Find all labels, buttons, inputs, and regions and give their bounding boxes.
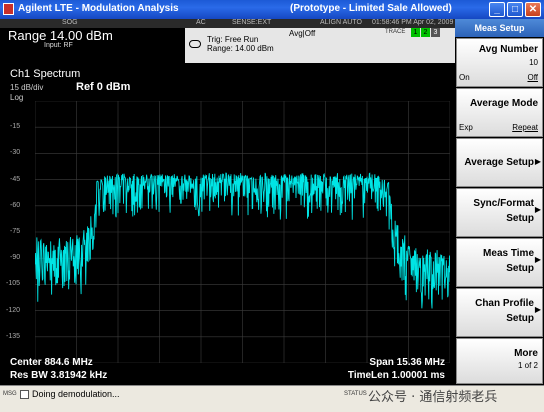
average-mode-label: Average Mode xyxy=(470,98,538,109)
status-message: Doing demodulation... xyxy=(32,389,120,399)
trigger-panel: Trig: Free Run Range: 14.00 dBm Avg|Off … xyxy=(185,28,455,63)
chan-profile-label: Chan Profile xyxy=(475,298,534,309)
status-sog: SOG xyxy=(62,19,78,26)
status-datetime: 01:58:46 PM Apr 02, 2009 xyxy=(372,19,454,26)
average-setup-label: Average Setup xyxy=(464,157,534,168)
status-line: MSG Doing demodulation... STATUS 公众号 · 通… xyxy=(0,385,544,412)
more-label: More xyxy=(514,348,538,359)
ref-level: Ref 0 dBm xyxy=(76,81,131,93)
close-icon[interactable]: ✕ xyxy=(525,2,541,17)
time-len: TimeLen 1.00001 ms xyxy=(347,370,445,381)
sync-format-setup: Setup xyxy=(506,213,534,224)
meas-time-setup: Setup xyxy=(506,263,534,274)
status-sense: SENSE:EXT xyxy=(232,19,272,26)
menu-title: Meas Setup xyxy=(455,19,544,37)
average-mode-repeat: Repeat xyxy=(512,123,538,132)
y-tick-label: -135 xyxy=(6,332,21,340)
more-key[interactable]: More 1 of 2 xyxy=(456,338,543,384)
softkey-panel: Meas Setup Avg Number 10 On Off Average … xyxy=(455,19,544,385)
maximize-icon[interactable]: □ xyxy=(507,2,523,17)
range-label[interactable]: Range 14.00 dBm xyxy=(8,28,113,43)
status-label[interactable]: STATUS xyxy=(344,391,367,397)
span: Span 15.36 MHz xyxy=(369,357,445,368)
meas-time-key[interactable]: Meas Time Setup ▶ xyxy=(456,238,543,287)
spectrum-plot[interactable] xyxy=(35,101,450,363)
average-mode-key[interactable]: Average Mode Exp Repeat xyxy=(456,88,543,137)
msg-label: MSG xyxy=(3,391,17,397)
avg-number-label: Avg Number xyxy=(478,44,538,55)
sync-format-label: Sync/Format xyxy=(473,198,534,209)
y-tick-label: -105 xyxy=(6,280,21,288)
trace-1-badge: 1 xyxy=(411,28,420,37)
y-tick-label: -75 xyxy=(10,228,21,235)
y-tick-label: -90 xyxy=(10,254,21,262)
submenu-arrow-icon: ▶ xyxy=(534,305,541,314)
sync-format-key[interactable]: Sync/Format Setup ▶ xyxy=(456,188,543,237)
avg-number-key[interactable]: Avg Number 10 On Off xyxy=(456,38,543,87)
trace-label: TRACE xyxy=(385,29,406,35)
trace-2-badge: 2 xyxy=(421,28,430,37)
avg-number-value: 10 xyxy=(529,58,538,67)
minimize-icon[interactable]: _ xyxy=(489,2,505,17)
submenu-arrow-icon: ▶ xyxy=(534,255,541,264)
status-row: SOG AC SENSE:EXT ALIGN AUTO 01:58:46 PM … xyxy=(0,19,455,28)
prototype-notice: (Prototype - Limited Sale Allowed) xyxy=(290,3,452,14)
trig-range: Range: 14.00 dBm xyxy=(207,44,274,53)
submenu-arrow-icon: ▶ xyxy=(534,157,541,166)
title-bar: Agilent LTE - Modulation Analysis (Proto… xyxy=(0,0,544,19)
meas-time-label: Meas Time xyxy=(483,248,534,259)
center-freq: Center 884.6 MHz xyxy=(10,357,93,368)
window-title: Agilent LTE - Modulation Analysis xyxy=(18,3,179,14)
app-icon xyxy=(3,3,14,15)
avg-status: Avg|Off xyxy=(289,29,316,38)
scale-label: 15 dB/div xyxy=(10,83,44,92)
input-label: Input: RF xyxy=(44,42,73,49)
res-bw: Res BW 3.81942 kHz xyxy=(10,370,108,381)
status-ac: AC xyxy=(196,19,206,26)
y-tick-label: -30 xyxy=(10,149,21,157)
average-setup-key[interactable]: Average Setup ▶ xyxy=(456,138,543,187)
submenu-arrow-icon: ▶ xyxy=(534,205,541,214)
trigger-icon xyxy=(189,40,201,48)
status-align: ALIGN AUTO xyxy=(320,19,362,26)
spectrum-title: Ch1 Spectrum xyxy=(10,68,81,80)
y-tick-label: -60 xyxy=(10,201,21,209)
avg-number-on: On xyxy=(459,73,470,82)
more-page: 1 of 2 xyxy=(517,361,538,370)
watermark: 公众号 · 通信射频老兵 xyxy=(368,390,498,405)
y-tick-label: -45 xyxy=(10,175,21,183)
measurement-area: SOG AC SENSE:EXT ALIGN AUTO 01:58:46 PM … xyxy=(0,19,455,385)
avg-number-off: Off xyxy=(527,73,538,82)
meas-status-bar: SOG AC SENSE:EXT ALIGN AUTO 01:58:46 PM … xyxy=(0,19,455,63)
message-icon xyxy=(20,390,29,399)
chan-profile-setup: Setup xyxy=(506,313,534,324)
y-tick-label: -120 xyxy=(6,306,21,314)
y-tick-label: -15 xyxy=(10,123,21,131)
trigger-text: Trig: Free Run Range: 14.00 dBm xyxy=(207,35,274,53)
chan-profile-key[interactable]: Chan Profile Setup ▶ xyxy=(456,288,543,337)
trig-label: Trig: Free Run xyxy=(207,35,259,44)
log-label: Log xyxy=(10,93,24,102)
trace-3-badge: 3 xyxy=(431,28,440,37)
average-mode-exp: Exp xyxy=(459,123,473,132)
spectrum-svg xyxy=(35,101,450,363)
